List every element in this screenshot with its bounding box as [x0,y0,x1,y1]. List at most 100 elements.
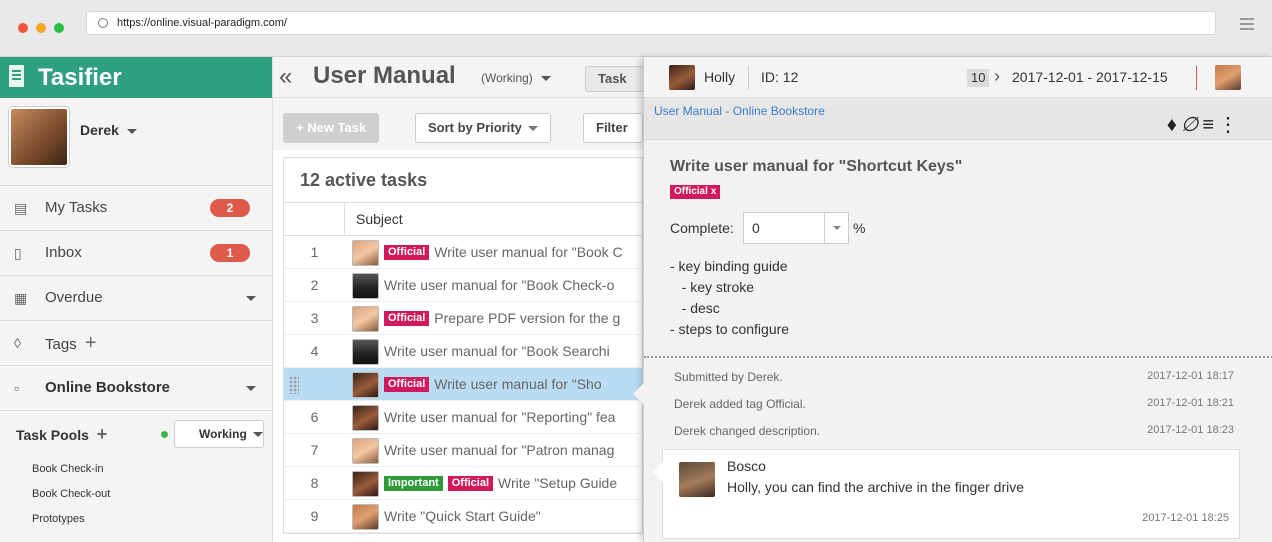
table-row[interactable]: 4 Write user manual for "Book Searchi [284,335,642,368]
pool-item[interactable]: Prototypes [0,507,272,532]
tag-official[interactable]: Official [384,376,430,392]
assignee-avatar [352,339,379,365]
collapse-sidebar-button[interactable]: « [279,63,292,91]
task-view-button[interactable]: Task [585,66,645,92]
drag-handle-icon[interactable] [289,376,299,394]
table-row[interactable]: 6 Write user manual for "Reporting" fea [284,401,642,434]
more-vertical-icon[interactable]: ⋮ [1218,114,1242,136]
tag-icon[interactable]: ♦ [1167,114,1181,136]
chevron-down-icon [832,226,841,231]
comment-card: Bosco Holly, you can find the archive in… [653,449,1240,539]
working-status-dropdown[interactable]: Working [161,420,264,448]
table-row[interactable]: 8 Important Official Write "Setup Guide [284,467,642,500]
tag-official[interactable]: Official x [670,184,721,199]
project-status-dropdown[interactable]: (Working) [481,71,551,85]
pool-item[interactable]: Book Check-in [0,457,272,482]
task-subject-text: Write "Setup Guide [498,475,618,491]
sidebar: Tasifier Derek ▤ My Tasks 2 ▯ Inbox 1 ▦ … [0,57,273,542]
tag-important[interactable]: Important [384,475,443,491]
table-row[interactable]: 7 Write user manual for "Patron manag [284,434,642,467]
task-subject-text: Write user manual for "Book C [434,244,623,260]
status-dot-icon [161,431,168,438]
subject-column-header[interactable]: Subject [356,203,403,236]
tag-official[interactable]: Official [384,244,430,260]
table-row[interactable]: 9 Write "Quick Start Guide" [284,500,642,533]
row-number: 4 [310,343,319,359]
breadcrumb[interactable]: User Manual - Online Bookstore [654,104,825,118]
filter-dropdown[interactable]: Filter [583,113,643,143]
row-number: 9 [310,508,319,524]
assignee-avatar [352,471,379,497]
chevron-down-icon[interactable] [246,386,256,391]
assignee-avatar [352,240,379,266]
activity-divider [644,356,1272,358]
minimize-window-dot[interactable] [36,23,46,33]
project-header: « User Manual (Working) Task [273,57,645,98]
chevron-down-icon [527,126,538,132]
task-subject-text: Write user manual for "Reporting" fea [384,409,616,425]
complete-input[interactable]: 0 [743,212,825,244]
task-subject: Write user manual for "Reporting" fea [384,401,616,433]
task-subject: Official Write user manual for "Book C [384,236,623,268]
table-row[interactable]: 1 Official Write user manual for "Book C [284,236,642,269]
maximize-window-dot[interactable] [54,23,64,33]
task-actions: ♦∅≡⋮ [1167,112,1242,137]
sidebar-item-inbox[interactable]: ▯ Inbox 1 [0,231,272,276]
sidebar-item-online-bookstore[interactable]: ▫ Online Bookstore [0,366,272,411]
browser-menu-icon[interactable] [1240,18,1254,33]
brand-header: Tasifier [0,57,272,98]
task-subject-text: Prepare PDF version for the g [434,310,621,326]
task-subject: Write user manual for "Patron manag [384,434,614,466]
user-name: Derek [80,122,119,138]
address-bar[interactable]: https://online.visual-paradigm.com/ [86,11,1216,35]
task-list-area: « User Manual (Working) Task + New Task … [273,57,645,542]
complete-dropdown[interactable] [825,212,849,244]
assignee-name[interactable]: Holly [704,57,735,98]
assignee-avatar [352,405,379,431]
task-detail-subheader: User Manual - Online Bookstore ♦∅≡⋮ [644,98,1272,140]
number-column-header [284,203,345,236]
user-dropdown[interactable]: Derek [80,122,137,138]
checklist-icon[interactable]: ≡ [1202,114,1218,136]
task-pools-label: Task Pools [16,427,89,443]
comment-author: Bosco [727,458,766,474]
task-subject-text: Write user manual for "Book Searchi [384,343,610,359]
assignee-avatar[interactable] [669,65,695,90]
comment-pointer [653,462,663,482]
chevron-down-icon[interactable] [246,296,256,301]
sidebar-item-tags[interactable]: ◊ Tags + [0,321,272,366]
tag-official[interactable]: Official [384,310,430,326]
row-number: 6 [310,409,319,425]
log-text: Derek added tag Official. [674,397,806,411]
sprint-number[interactable]: 10 [967,69,990,87]
comment-timestamp: 2017-12-01 18:25 [1142,512,1229,524]
attachment-icon[interactable]: ∅ [1181,114,1202,136]
date-range[interactable]: 2017-12-01 - 2017-12-15 [1012,57,1168,98]
task-subject-text: Write "Quick Start Guide" [384,508,541,524]
new-task-button[interactable]: + New Task [283,113,380,143]
close-window-dot[interactable] [18,23,28,33]
table-row[interactable]: 3 Official Prepare PDF version for the g [284,302,642,335]
row-number: 1 [310,244,319,260]
tag-official[interactable]: Official [447,475,494,491]
pool-item[interactable]: Book Check-out [0,482,272,507]
task-description[interactable]: - key binding guide - key stroke - desc … [670,256,1272,340]
user-menu[interactable]: Derek [0,98,272,186]
add-tag-button[interactable]: + [85,332,97,354]
sidebar-item-my-tasks[interactable]: ▤ My Tasks 2 [0,186,272,231]
sort-dropdown[interactable]: Sort by Priority [415,113,551,143]
reporter-avatar[interactable] [1215,65,1241,90]
divider [748,66,749,90]
reload-icon[interactable] [98,18,108,28]
task-tags: Official x [670,184,1272,199]
task-title[interactable]: Write user manual for "Shortcut Keys" [670,158,1272,176]
add-pool-button[interactable]: + [97,424,108,444]
url-text: https://online.visual-paradigm.com/ [117,17,287,29]
sidebar-item-overdue[interactable]: ▦ Overdue [0,276,272,321]
table-row[interactable]: 2 Write user manual for "Book Check-o [284,269,642,302]
percent-sign: % [853,220,866,236]
remove-tag-icon[interactable]: x [711,186,717,197]
assignee-avatar [352,438,379,464]
table-row[interactable]: Official Write user manual for "Sho [284,368,642,401]
log-timestamp: 2017-12-01 18:21 [1147,397,1234,409]
